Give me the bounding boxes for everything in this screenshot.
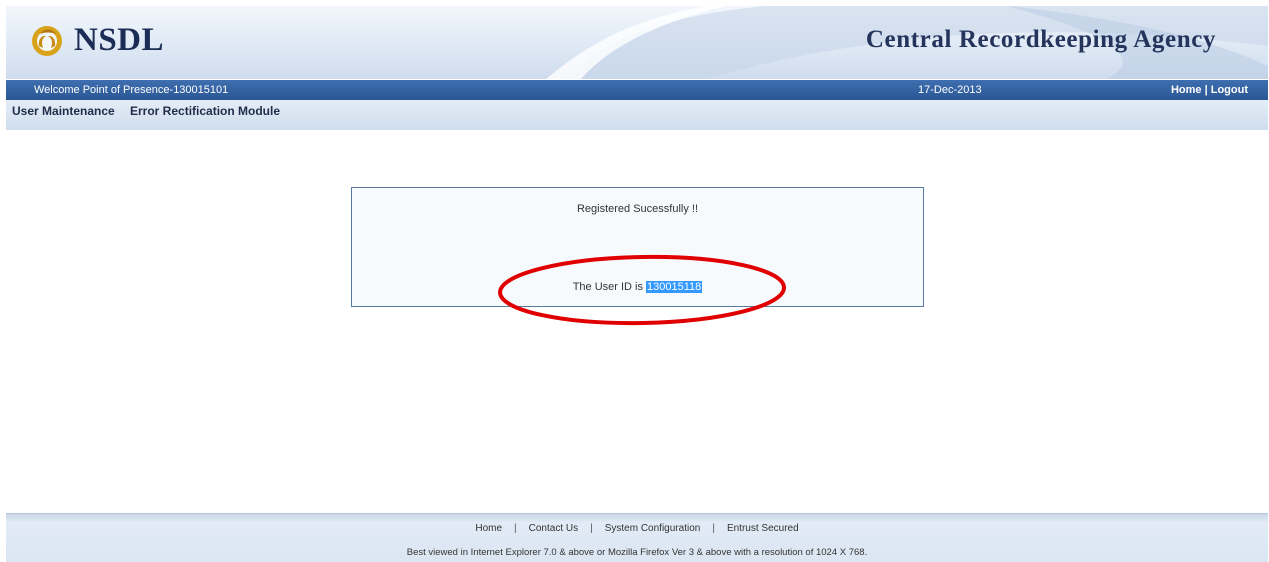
page: NSDL Central Recordkeeping Agency Welcom… xyxy=(6,6,1268,562)
welcome-text: Welcome Point of Presence-130015101 xyxy=(34,84,229,96)
footer: Home | Contact Us | System Configuration | Ent… xyxy=(6,513,1268,562)
footer-contact-link[interactable]: Contact Us xyxy=(529,523,578,534)
footer-entrust-link[interactable]: Entrust Secured xyxy=(727,523,799,534)
message-box: Registered Sucessfully !! The User ID is… xyxy=(351,187,924,307)
footer-home-link[interactable]: Home xyxy=(475,523,502,534)
logo: NSDL xyxy=(30,22,164,59)
logout-link[interactable]: Logout xyxy=(1211,84,1248,96)
nsdl-logo-icon xyxy=(32,25,62,56)
footer-system-configuration-link[interactable]: System Configuration xyxy=(605,523,701,534)
menu-user-maintenance[interactable]: User Maintenance xyxy=(12,100,115,122)
browser-note: Best viewed in Internet Explorer 7.0 & a… xyxy=(406,547,868,558)
top-bar: Welcome Point of Presence-130015101 17-D… xyxy=(6,80,1268,100)
user-id-line: The User ID is 130015118 xyxy=(352,281,923,293)
top-links-separator: | xyxy=(1204,84,1208,96)
success-message: Registered Sucessfully !! xyxy=(576,203,699,215)
footer-separator: | xyxy=(590,523,593,534)
menu-error-rectification[interactable]: Error Rectification Module xyxy=(130,100,280,122)
menu-bar: User Maintenance Error Rectification Mod… xyxy=(6,100,1268,130)
header: NSDL Central Recordkeeping Agency xyxy=(6,6,1268,79)
current-date: 17-Dec-2013 xyxy=(918,84,982,96)
top-links: Home | Logout xyxy=(1171,80,1248,100)
user-id-label: The User ID is xyxy=(572,281,647,293)
footer-links: Home | Contact Us | System Configuration | Ent… xyxy=(6,523,1268,534)
agency-title: Central Recordkeeping Agency xyxy=(865,26,1216,53)
footer-separator: | xyxy=(514,523,517,534)
home-link[interactable]: Home xyxy=(1171,84,1202,96)
user-id-value[interactable]: 130015118 xyxy=(646,281,703,293)
footer-separator: | xyxy=(712,523,715,534)
logo-text: NSDL xyxy=(74,22,165,58)
